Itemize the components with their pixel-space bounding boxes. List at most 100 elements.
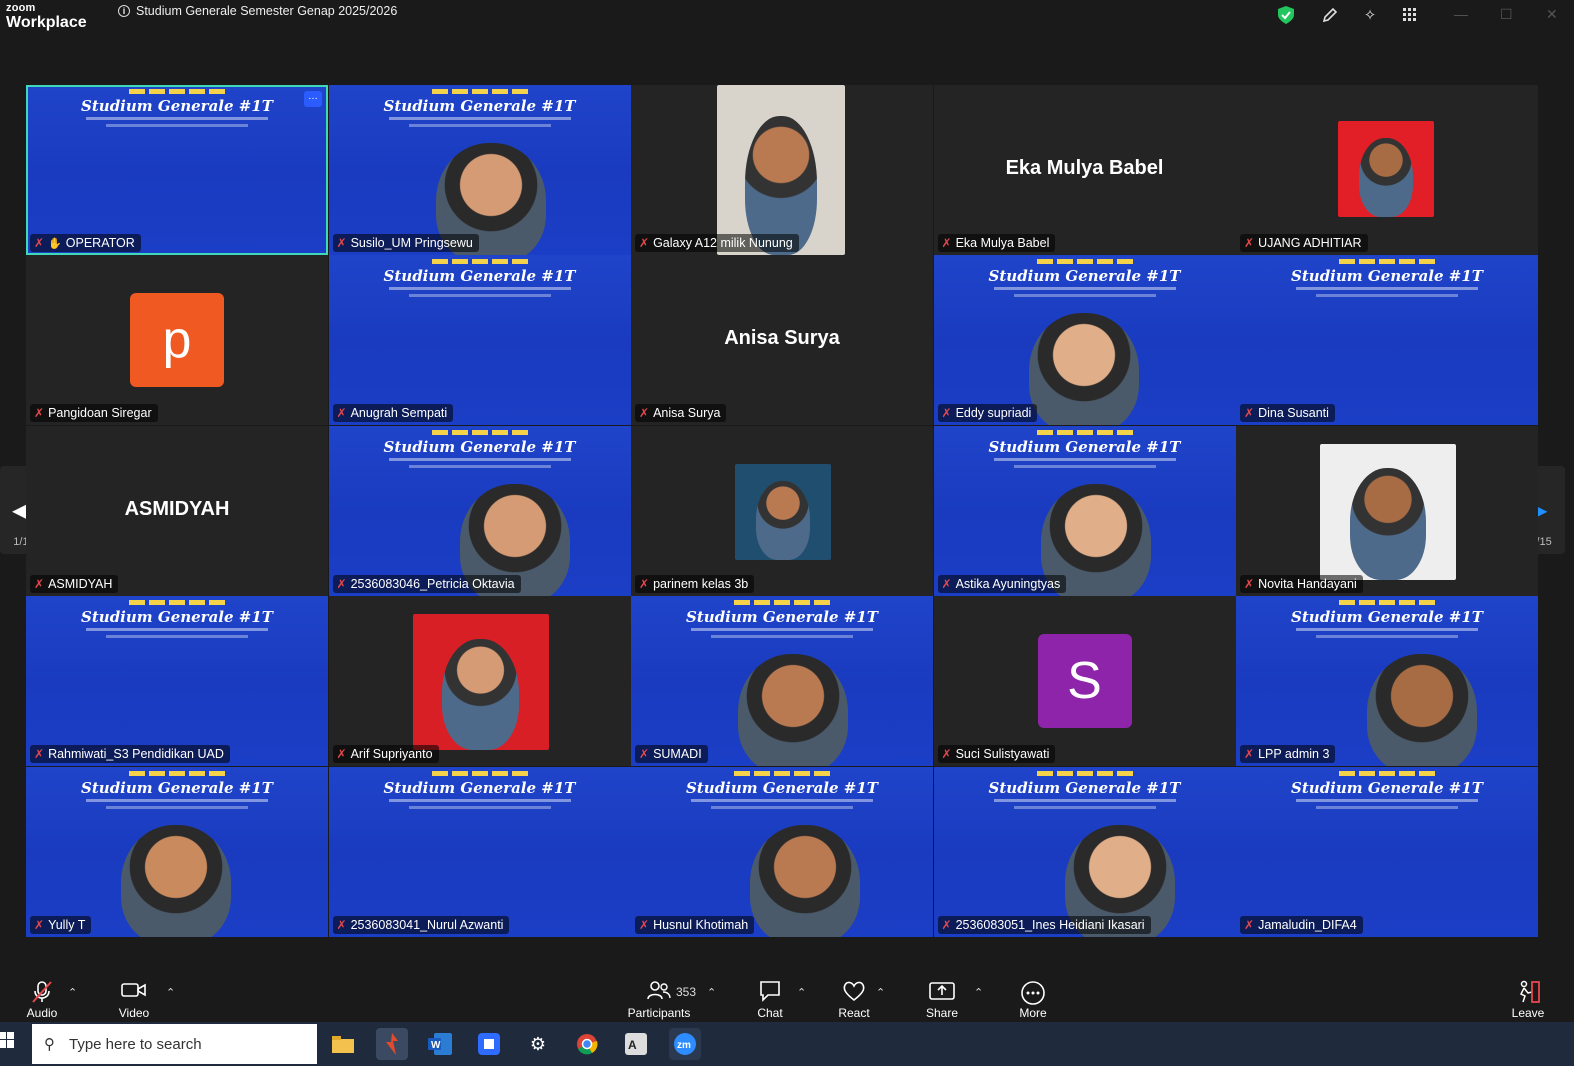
slide-heading: Studium Generale #1T <box>988 267 1181 286</box>
participant-tile[interactable]: p ✗ Pangidoan Siregar <box>26 255 328 426</box>
participant-tile[interactable]: Studium Generale #1T ✗ Jamaludin_DIFA4 <box>1236 766 1538 937</box>
participant-tile[interactable]: Studium Generale #1T ✗ Anugrah Sempati <box>328 255 631 426</box>
participant-tile[interactable]: Anisa Surya ✗ Anisa Surya <box>631 255 933 426</box>
participant-tile[interactable]: Studium Generale #1T … ✗ ✋ OPERATOR <box>26 85 328 255</box>
participant-tile[interactable]: ✗ Novita Handayani <box>1236 425 1538 596</box>
participant-tile[interactable]: ✗ parinem kelas 3b <box>631 425 933 596</box>
audio-button[interactable]: Audio <box>22 980 62 1020</box>
mic-muted-icon: ✗ <box>941 917 952 932</box>
acrobat-icon[interactable]: A <box>620 1028 652 1060</box>
chat-options-icon[interactable]: ⌃ <box>797 986 806 999</box>
slide-logos <box>389 259 571 265</box>
video-options-icon[interactable]: ⌃ <box>166 986 175 999</box>
taskbar-search-input[interactable]: ⚲ Type here to search <box>32 1024 317 1064</box>
word-icon[interactable]: W <box>424 1028 456 1060</box>
sparkle-icon[interactable]: ✧ <box>1360 5 1380 25</box>
participant-tile[interactable]: Eka Mulya Babel ✗ Eka Mulya Babel <box>933 85 1236 255</box>
minimize-button[interactable]: — <box>1454 6 1468 22</box>
person-silhouette <box>1359 138 1413 217</box>
participant-tile[interactable]: ✗ Galaxy A12 milik Nunung <box>631 85 933 255</box>
meeting-title: Studium Generale Semester Genap 2025/202… <box>136 4 398 18</box>
slide-subtitle-line <box>86 798 268 802</box>
file-explorer-icon[interactable] <box>327 1028 359 1060</box>
zoom-app-icon[interactable]: zm <box>669 1028 701 1060</box>
pinned-app-icon[interactable] <box>376 1028 408 1060</box>
shield-check-icon[interactable] <box>1276 5 1296 25</box>
mic-muted-icon: ✗ <box>1244 747 1255 762</box>
close-button[interactable]: ✕ <box>1546 6 1558 23</box>
meeting-info[interactable]: i Studium Generale Semester Genap 2025/2… <box>118 4 397 18</box>
pen-icon[interactable] <box>1320 5 1340 25</box>
slide-subtitle-line <box>1013 805 1156 809</box>
host-icon: ✋ <box>48 237 62 250</box>
slide-subtitle-line <box>1296 287 1478 291</box>
slide-subtitle-line <box>1013 464 1156 468</box>
mic-muted-icon: ✗ <box>941 236 952 250</box>
leave-label: Leave <box>1511 1006 1545 1020</box>
participant-tile[interactable]: Studium Generale #1T ✗ Eddy supriadi <box>933 255 1236 426</box>
mic-muted-icon: ✗ <box>1244 917 1255 932</box>
participant-tile[interactable]: Studium Generale #1T ✗ 2536083046_Petricia… <box>328 425 631 596</box>
participant-tile[interactable]: Studium Generale #1T ✗ Husnul Khotimah <box>631 766 933 937</box>
participant-tile[interactable]: Studium Generale #1T ✗ Yully T <box>26 766 328 937</box>
participant-name-tag: ✗ LPP admin 3 <box>1240 745 1336 764</box>
participant-tile[interactable]: Studium Generale #1T ✗ LPP admin 3 <box>1236 596 1538 767</box>
audio-options-icon[interactable]: ⌃ <box>68 986 77 999</box>
more-button[interactable]: More <box>1013 980 1053 1020</box>
participant-tile[interactable]: ASMIDYAH ✗ ASMIDYAH <box>26 425 328 596</box>
chrome-icon[interactable] <box>571 1028 603 1060</box>
participant-tile[interactable]: ✗ Arif Supriyanto <box>328 596 631 767</box>
settings-gear-icon[interactable]: ⚙ <box>522 1028 554 1060</box>
participant-tile[interactable]: Studium Generale #1T ✗ 2536083041_Nurul Az… <box>328 766 631 937</box>
notes-app-icon[interactable] <box>473 1028 505 1060</box>
participants-options-icon[interactable]: ⌃ <box>707 986 716 999</box>
slide-logos <box>994 429 1176 436</box>
apps-grid-icon[interactable] <box>1400 5 1420 25</box>
windows-start-icon[interactable] <box>0 1032 18 1054</box>
participant-tile[interactable]: Studium Generale #1T ✗ SUMADI <box>631 596 933 767</box>
maximize-button[interactable]: ☐ <box>1500 6 1513 23</box>
video-button[interactable]: Video <box>114 980 154 1020</box>
slide-heading: Studium Generale #1T <box>81 608 273 627</box>
mic-muted-icon <box>22 980 62 1004</box>
participant-tile[interactable]: Studium Generale #1T ✗ Astika Ayuningtyas <box>933 425 1236 596</box>
react-options-icon[interactable]: ⌃ <box>876 986 885 999</box>
chat-label: Chat <box>757 1006 783 1020</box>
participant-tile[interactable]: Studium Generale #1T ✗ 2536083051_Ines Hei… <box>933 766 1236 937</box>
participant-name-tag: ✗ Eddy supriadi <box>937 404 1038 423</box>
participant-tile[interactable]: Studium Generale #1T ✗ Susilo_UM Pringsewu <box>328 85 631 255</box>
chat-button[interactable]: Chat <box>750 980 790 1020</box>
participant-tile[interactable]: ✗ UJANG ADHITIAR <box>1236 85 1538 255</box>
participant-name-tag: ✗ Dina Susanti <box>1240 404 1335 423</box>
participant-name-tag: ✗ Galaxy A12 milik Nunung <box>635 234 799 252</box>
person-silhouette <box>756 481 810 560</box>
mic-muted-icon: ✗ <box>34 747 45 762</box>
participant-name-tag: ✗ 2536083046_Petricia Oktavia <box>332 574 521 593</box>
zoom-logo: zoom Workplace <box>6 3 87 31</box>
participant-tile[interactable]: Studium Generale #1T ✗ Rahmiwati_S3 Pendid… <box>26 596 328 767</box>
share-options-icon[interactable]: ⌃ <box>974 986 983 999</box>
slide-logos <box>389 770 571 777</box>
info-icon[interactable]: i <box>118 5 130 17</box>
slide-heading: Studium Generale #1T <box>1291 778 1483 797</box>
profile-photo <box>735 463 831 560</box>
participant-name: Anugrah Sempati <box>350 406 448 421</box>
participant-video-feed <box>1028 313 1139 426</box>
participant-tile[interactable]: Studium Generale #1T ✗ Dina Susanti <box>1236 255 1538 426</box>
participant-name: Susilo_UM Pringsewu <box>350 236 473 250</box>
slide-logos <box>1296 259 1478 265</box>
participant-name: ASMIDYAH <box>48 576 113 591</box>
slide-subtitle-line <box>106 635 248 639</box>
participant-name-tag: ✗ parinem kelas 3b <box>635 574 755 593</box>
tile-options-icon[interactable]: … <box>304 91 322 107</box>
slide-heading: Studium Generale #1T <box>383 778 576 797</box>
slide-subtitle-line <box>408 294 551 298</box>
mic-muted-icon: ✗ <box>34 236 45 250</box>
mic-muted-icon: ✗ <box>336 747 347 762</box>
participant-tile[interactable]: S ✗ Suci Sulistyawati <box>933 596 1236 767</box>
svg-text:A: A <box>628 1038 637 1052</box>
slide-logos <box>389 429 571 436</box>
share-button[interactable]: Share <box>922 980 962 1020</box>
react-button[interactable]: React <box>834 980 874 1020</box>
leave-button[interactable]: Leave <box>1508 980 1548 1020</box>
